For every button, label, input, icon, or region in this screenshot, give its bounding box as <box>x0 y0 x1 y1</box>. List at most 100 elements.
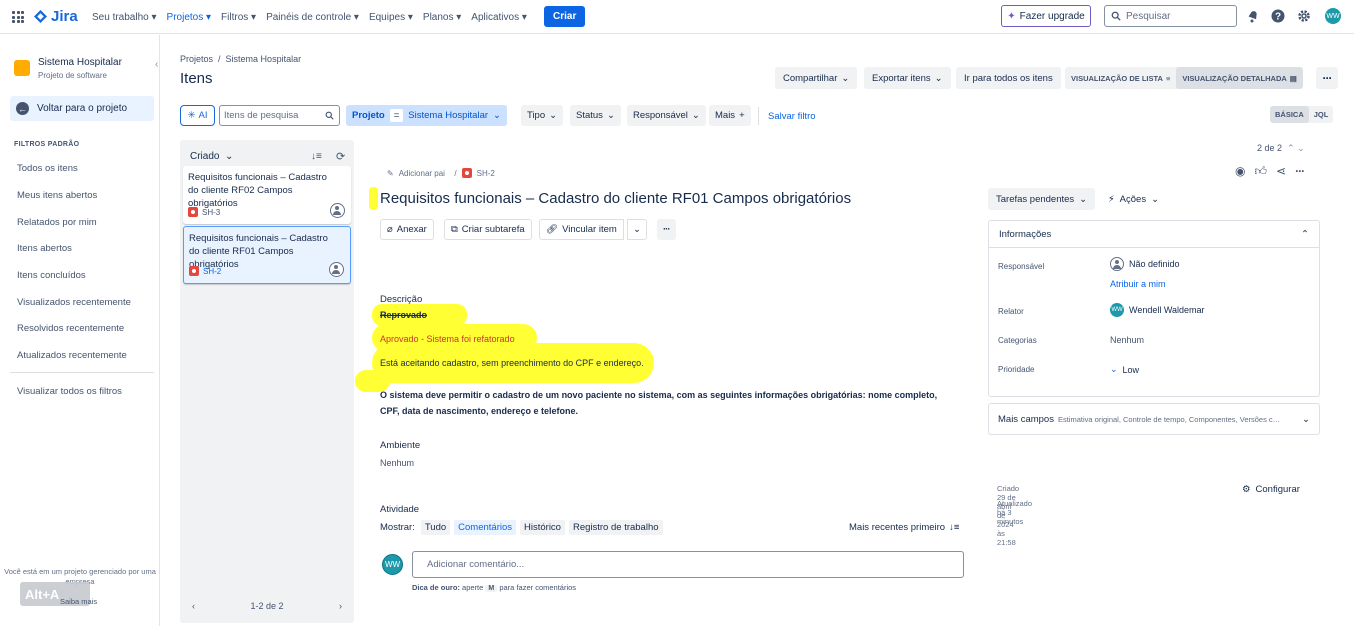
filter-meus-itens-abertos[interactable]: Meus itens abertos <box>17 190 97 201</box>
more-icon[interactable]: ··· <box>1295 164 1305 179</box>
tip-key: M <box>485 585 498 592</box>
global-search-input[interactable]: Pesquisar <box>1104 5 1237 27</box>
create-subtask-button[interactable]: ⧉ Criar subtarefa <box>444 219 532 240</box>
assign-to-me-link[interactable]: Atribuir a mim <box>1110 279 1166 289</box>
chevron-down-icon[interactable]: ⌄ <box>1297 143 1305 153</box>
goto-all-items-button[interactable]: Ir para todos os itens <box>956 67 1061 89</box>
nav-projetos[interactable]: Projetos ▾ <box>167 12 212 23</box>
add-comment-input[interactable]: Adicionar comentário... <box>412 551 964 578</box>
description-approved[interactable]: Aprovado - Sistema foi refatorado <box>380 334 515 344</box>
share-icon[interactable]: ⋖ <box>1276 164 1286 179</box>
more-fields-panel[interactable]: Mais campos Estimativa original, Control… <box>988 403 1320 435</box>
more-actions-button[interactable]: ··· <box>1316 67 1338 89</box>
prev-page-icon[interactable]: ‹ <box>192 601 195 611</box>
nav-planos[interactable]: Planos ▾ <box>423 12 461 23</box>
assignee-filter[interactable]: Responsável ⌄ <box>627 105 706 126</box>
categories-value[interactable]: Nenhum <box>1110 335 1144 345</box>
reporter-field-value[interactable]: WW Wendell Waldemar <box>1110 303 1205 317</box>
nav-equipes[interactable]: Equipes ▾ <box>369 12 413 23</box>
create-button[interactable]: Criar <box>544 6 586 27</box>
type-filter[interactable]: Tipo ⌄ <box>521 105 564 126</box>
list-view-button[interactable]: VISUALIZAÇÃO DE LISTA ≡ <box>1065 67 1176 89</box>
settings-gear-icon[interactable] <box>1297 9 1311 23</box>
environment-value[interactable]: Nenhum <box>380 458 414 468</box>
breadcrumb-issue: ✎ Adicionar pai / SH-2 <box>387 168 495 178</box>
description-rejected[interactable]: Reprovado <box>380 310 427 320</box>
sort-recent-button[interactable]: Mais recentes primeiro ↓≡ <box>849 522 959 533</box>
back-to-project-button[interactable]: ← Voltar para o projeto <box>10 96 154 121</box>
nav-paineis[interactable]: Painéis de controle ▾ <box>266 12 359 23</box>
thumbs-up-icon[interactable]: 👍︎ <box>1254 164 1267 179</box>
filter-visualizados-recentemente[interactable]: Visualizados recentemente <box>17 297 131 308</box>
app-switcher-icon[interactable] <box>12 11 24 23</box>
ai-search-button[interactable]: ✳ AI <box>180 105 215 126</box>
detail-icon: ▤ <box>1289 73 1297 83</box>
collapse-sidebar-icon[interactable]: ‹ <box>155 59 158 70</box>
issue-card-sh-3[interactable]: Requisitos funcionais – Cadastro do clie… <box>183 166 351 224</box>
actions-dropdown[interactable]: ⚡︎ Ações ⌄ <box>1108 188 1159 210</box>
priority-field-value[interactable]: ⌄ Low <box>1110 364 1139 375</box>
tab-registro-de-trabalho[interactable]: Registro de trabalho <box>568 520 663 535</box>
refresh-icon[interactable]: ⟳ <box>336 150 345 163</box>
view-all-filters-link[interactable]: Visualizar todos os filtros <box>17 386 122 397</box>
jql-mode-button[interactable]: JQL <box>1309 106 1334 123</box>
help-icon[interactable]: ? <box>1271 9 1285 23</box>
tab-historico[interactable]: Histórico <box>520 520 565 535</box>
unassigned-avatar-icon <box>329 262 344 277</box>
user-avatar[interactable]: WW <box>1325 8 1341 24</box>
add-parent-link[interactable]: Adicionar pai <box>399 169 445 178</box>
next-page-icon[interactable]: › <box>339 601 342 611</box>
project-header[interactable]: Sistema Hospitalar Projeto de software <box>14 57 122 80</box>
status-dropdown[interactable]: Tarefas pendentes ⌄ <box>988 188 1096 210</box>
chevron-up-icon[interactable]: ⌃ <box>1287 143 1295 153</box>
assignee-value: Não definido <box>1129 259 1180 269</box>
reporter-value: Wendell Waldemar <box>1129 305 1205 315</box>
assignee-field-value[interactable]: Não definido <box>1110 257 1180 271</box>
filters-section-title: FILTROS PADRÃO <box>14 141 80 148</box>
jira-logo[interactable]: Jira <box>34 8 78 25</box>
share-button[interactable]: Compartilhar ⌄ <box>775 67 858 89</box>
tab-tudo[interactable]: Tudo <box>420 520 451 535</box>
issue-key-link[interactable]: SH-2 <box>477 169 495 178</box>
upgrade-button[interactable]: ✦ Fazer upgrade <box>1001 5 1091 27</box>
link-dropdown-button[interactable]: ⌄ <box>627 219 647 240</box>
details-panel-header[interactable]: Informações ⌃ <box>989 221 1319 248</box>
link-item-button[interactable]: 🔗︎ Vincular item <box>539 219 624 240</box>
sparkle-icon: ✳ <box>187 110 196 121</box>
export-button[interactable]: Exportar itens ⌄ <box>864 67 951 89</box>
attach-button[interactable]: ⌀ Anexar <box>380 219 434 240</box>
description-body-line-2[interactable]: CPF, data de nascimento, endereço e tele… <box>380 406 578 416</box>
configure-button[interactable]: ⚙︎ Configurar <box>1242 484 1300 495</box>
filter-relatados-por-mim[interactable]: Relatados por mim <box>17 217 97 228</box>
project-filter-operator: = <box>389 109 404 122</box>
detail-view-button[interactable]: VISUALIZAÇÃO DETALHADA ▤ <box>1176 67 1303 89</box>
basic-mode-button[interactable]: BÁSICA <box>1270 106 1309 123</box>
issue-card-sh-2[interactable]: Requisitos funcionais – Cadastro do clie… <box>183 226 351 284</box>
sort-dropdown[interactable]: Criado ⌄ <box>190 151 233 162</box>
filter-itens-abertos[interactable]: Itens abertos <box>17 243 72 254</box>
filter-resolvidos-recentemente[interactable]: Resolvidos recentemente <box>17 323 124 334</box>
more-fields-hint: Estimativa original, Controle de tempo, … <box>1057 414 1281 424</box>
nav-seu-trabalho[interactable]: Seu trabalho ▾ <box>92 12 157 23</box>
filter-atualizados-recentemente[interactable]: Atualizados recentemente <box>17 350 127 361</box>
description-body-line-1[interactable]: O sistema deve permitir o cadastro de um… <box>380 390 937 400</box>
more-actions-button[interactable]: ··· <box>657 219 676 240</box>
tab-comentarios[interactable]: Comentários <box>454 520 517 535</box>
filter-itens-concluidos[interactable]: Itens concluídos <box>17 270 86 281</box>
nav-aplicativos[interactable]: Aplicativos ▾ <box>471 12 527 23</box>
watch-eye-icon[interactable]: ◉ <box>1235 164 1245 179</box>
breadcrumb-project[interactable]: Sistema Hospitalar <box>226 54 302 64</box>
items-search-input[interactable]: Itens de pesquisa <box>219 105 340 126</box>
learn-more-link[interactable]: Saiba mais <box>60 597 97 606</box>
nav-filtros[interactable]: Filtros ▾ <box>221 12 256 23</box>
project-filter[interactable]: Projeto = Sistema Hospitalar ⌄ <box>346 105 507 126</box>
issue-title[interactable]: Requisitos funcionais – Cadastro do clie… <box>380 190 851 207</box>
description-note[interactable]: Está aceitando cadastro, sem preenchimen… <box>380 358 644 368</box>
status-filter[interactable]: Status ⌄ <box>570 105 621 126</box>
notifications-icon[interactable] <box>1246 9 1260 23</box>
breadcrumb-projetos[interactable]: Projetos <box>180 54 213 64</box>
save-filter-link[interactable]: Salvar filtro <box>768 111 816 122</box>
filter-todos-os-itens[interactable]: Todos os itens <box>17 163 78 174</box>
more-filters-button[interactable]: Mais + <box>709 105 751 126</box>
sort-order-icon[interactable]: ↓≡ <box>311 151 322 162</box>
